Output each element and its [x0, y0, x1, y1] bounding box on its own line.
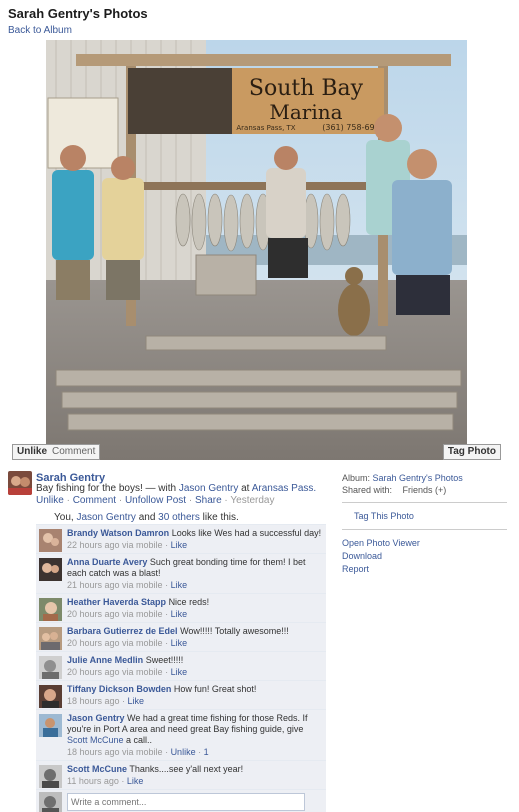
- comment-text: Thanks....see y'all next year!: [129, 764, 244, 774]
- comment-text: How fun! Great shot!: [173, 684, 257, 694]
- comment-unlike-link[interactable]: Unlike: [171, 747, 196, 757]
- likes-prefix: You,: [54, 512, 74, 523]
- likes-summary: You, Jason Gentry and 30 others like thi…: [54, 512, 239, 523]
- unlike-link[interactable]: Unlike: [36, 495, 64, 506]
- sign-city-text: Aransas Pass, TX: [236, 124, 295, 132]
- comment-like-link[interactable]: Like: [171, 540, 188, 550]
- divider: [342, 502, 507, 503]
- caption-text: Bay fishing for the boys! — with: [36, 483, 177, 494]
- comment-author[interactable]: Julie Anne Medlin: [67, 655, 143, 665]
- unfollow-post-link[interactable]: Unfollow Post: [125, 495, 186, 506]
- comment-item: Anna Duarte Avery Such great bonding tim…: [36, 553, 326, 593]
- comment-author[interactable]: Anna Duarte Avery: [67, 557, 147, 567]
- tag-photo-button[interactable]: Tag Photo: [442, 444, 501, 460]
- avatar[interactable]: [8, 471, 32, 495]
- write-comment-input[interactable]: [67, 793, 305, 811]
- comment-time: 18 hours ago via mobile: [67, 747, 163, 757]
- likes-person-link[interactable]: Jason Gentry: [76, 512, 135, 523]
- post-caption: Bay fishing for the boys! — with Jason G…: [36, 483, 316, 494]
- sign-phone-text: (361) 758-690: [322, 123, 379, 132]
- comment-time: 20 hours ago via mobile: [67, 609, 163, 619]
- comment-text: Sweet!!!!!: [145, 655, 184, 665]
- shared-with-label: Shared with:: [342, 485, 393, 495]
- comment-text: Looks like Wes had a successful day!: [171, 528, 322, 538]
- comment-item: Barbara Gutierrez de Edel Wow!!!!! Total…: [36, 622, 326, 651]
- comment-author[interactable]: Brandy Watson Damron: [67, 528, 169, 538]
- comment-like-link[interactable]: Like: [128, 696, 145, 706]
- comment-time: 22 hours ago via mobile: [67, 540, 163, 550]
- page-title: Sarah Gentry's Photos: [8, 6, 148, 21]
- likes-others-link[interactable]: 30 others: [158, 512, 200, 523]
- likes-and: and: [138, 512, 156, 523]
- sign-line1-text: South Bay: [249, 76, 364, 101]
- comment-item: Scott McCune Thanks....see y'all next ye…: [36, 760, 326, 789]
- comment-like-count[interactable]: 1: [204, 747, 209, 757]
- comment-time: 20 hours ago via mobile: [67, 638, 163, 648]
- comment-like-link[interactable]: Like: [171, 667, 188, 677]
- post-timestamp: Yesterday: [230, 495, 275, 506]
- comment-item: Heather Haverda Stapp Nice reds! 20 hour…: [36, 593, 326, 622]
- avatar[interactable]: [39, 598, 62, 621]
- likes-suffix: like this.: [202, 512, 239, 523]
- open-photo-viewer-link[interactable]: Open Photo Viewer: [342, 538, 420, 548]
- comment-like-link[interactable]: Like: [171, 609, 188, 619]
- comment-like-link[interactable]: Like: [127, 776, 144, 786]
- comment-author[interactable]: Jason Gentry: [67, 713, 125, 723]
- photo[interactable]: South Bay Marina Aransas Pass, TX (361) …: [46, 40, 467, 460]
- post-actions: Unlike · Comment · Unfollow Post · Share…: [36, 495, 275, 506]
- comment-time: 11 hours ago: [67, 776, 119, 786]
- comment-time: 21 hours ago via mobile: [67, 580, 163, 590]
- write-comment-row: [36, 789, 326, 812]
- comment-text: Nice reds!: [168, 597, 210, 607]
- photo-stage: South Bay Marina Aransas Pass, TX (361) …: [8, 40, 511, 462]
- album-label: Album:: [342, 473, 371, 483]
- comment-author[interactable]: Scott McCune: [67, 764, 127, 774]
- privacy-selector[interactable]: Friends (+): [403, 485, 447, 495]
- comment-list: Brandy Watson Damron Looks like Wes had …: [36, 524, 326, 812]
- sign-line2-text: Marina: [269, 100, 342, 124]
- avatar[interactable]: [39, 765, 62, 788]
- avatar[interactable]: [39, 627, 62, 650]
- comment-time: 18 hours ago: [67, 696, 120, 706]
- comment-author[interactable]: Tiffany Dickson Bowden: [67, 684, 171, 694]
- comment-item: Julie Anne Medlin Sweet!!!!! 20 hours ag…: [36, 651, 326, 680]
- comment-like-link[interactable]: Like: [171, 638, 188, 648]
- avatar[interactable]: [39, 685, 62, 708]
- location-link[interactable]: Aransas Pass.: [252, 483, 316, 494]
- back-to-album-link[interactable]: Back to Album: [8, 25, 72, 36]
- download-link[interactable]: Download: [342, 551, 382, 561]
- divider: [342, 529, 507, 530]
- photo-comment-button[interactable]: Comment: [48, 444, 101, 460]
- comment-time: 20 hours ago via mobile: [67, 667, 163, 677]
- avatar[interactable]: [39, 558, 62, 581]
- avatar[interactable]: [39, 656, 62, 679]
- report-link[interactable]: Report: [342, 564, 369, 574]
- mention-link[interactable]: Scott McCune: [67, 735, 124, 745]
- avatar[interactable]: [39, 529, 62, 552]
- comment-author[interactable]: Heather Haverda Stapp: [67, 597, 166, 607]
- comment-text: Wow!!!!! Totally awesome!!!: [180, 626, 289, 636]
- avatar[interactable]: [39, 714, 62, 737]
- comment-author[interactable]: Barbara Gutierrez de Edel: [67, 626, 178, 636]
- photo-sidebar: Album: Sarah Gentry's Photos Shared with…: [342, 472, 507, 576]
- photo-image: South Bay Marina Aransas Pass, TX (361) …: [46, 40, 467, 460]
- tag-this-photo-link[interactable]: Tag This Photo: [354, 511, 414, 521]
- comment-link[interactable]: Comment: [73, 495, 116, 506]
- tagged-person-link[interactable]: Jason Gentry: [179, 483, 238, 494]
- avatar: [39, 792, 62, 812]
- comment-text-after: a call..: [126, 735, 153, 745]
- share-link[interactable]: Share: [195, 495, 222, 506]
- comment-item: Brandy Watson Damron Looks like Wes had …: [36, 524, 326, 553]
- comment-item: Tiffany Dickson Bowden How fun! Great sh…: [36, 680, 326, 709]
- caption-at: at: [241, 483, 250, 494]
- album-link[interactable]: Sarah Gentry's Photos: [373, 473, 463, 483]
- photo-unlike-button[interactable]: Unlike: [12, 444, 53, 460]
- comment-item: Jason Gentry We had a great time fishing…: [36, 709, 326, 760]
- comment-like-link[interactable]: Like: [171, 580, 188, 590]
